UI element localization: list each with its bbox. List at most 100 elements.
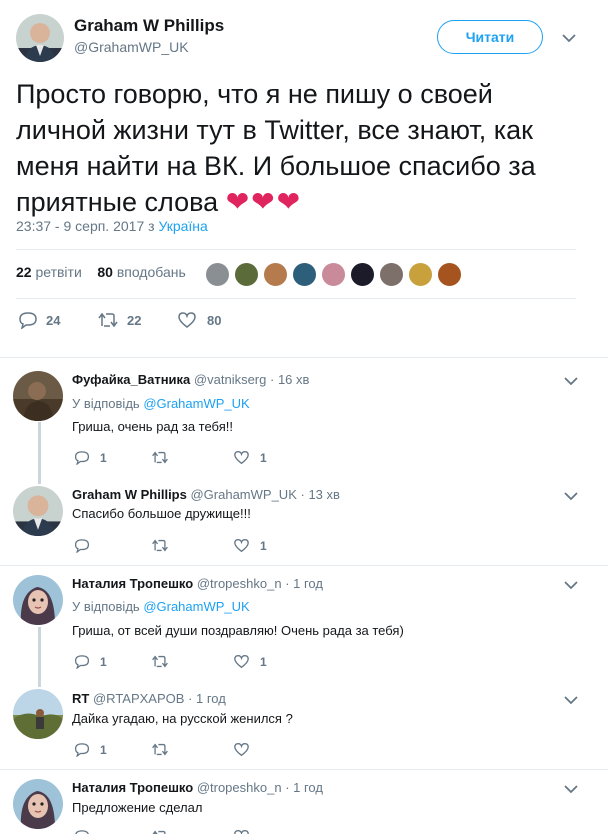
heart-icon: [234, 450, 249, 465]
chevron-down-icon[interactable]: [564, 784, 578, 794]
reply-author-name[interactable]: Graham W Phillips: [72, 487, 187, 502]
likes-label: вподобань: [116, 264, 186, 280]
reply-avatar[interactable]: [13, 779, 63, 829]
chevron-down-icon[interactable]: [564, 491, 578, 501]
reply-author-name[interactable]: RT: [72, 691, 89, 706]
likes-count: 80: [97, 264, 113, 280]
liker-avatar[interactable]: [437, 262, 462, 287]
reply-action[interactable]: 24: [18, 311, 60, 329]
reply-author-handle[interactable]: @vatnikserg: [194, 372, 266, 387]
heart-icon: [234, 829, 249, 834]
chevron-down-icon[interactable]: [564, 376, 578, 386]
divider: [0, 565, 608, 566]
like-action[interactable]: 1: [233, 654, 267, 669]
reply-text: Предложение сделал: [72, 800, 203, 815]
liker-avatar[interactable]: [205, 262, 230, 287]
reply-icon: [74, 655, 90, 669]
retweet-action[interactable]: 22: [97, 311, 141, 329]
reply-author-handle[interactable]: @tropeshko_n: [197, 780, 282, 795]
tweet-timestamp[interactable]: 23:37 - 9 серп. 2017 з: [16, 218, 155, 234]
reply-author-name[interactable]: Фуфайка_Ватника: [72, 372, 190, 387]
reply-action[interactable]: 1: [74, 742, 107, 757]
author-avatar[interactable]: [16, 14, 64, 62]
like-action[interactable]: 80: [177, 311, 221, 329]
reply-header: Фуфайка_Ватника @vatnikserg · 16 хв: [72, 372, 309, 388]
reply-text: Дайка угадаю, на русской женился ?: [72, 711, 293, 726]
author-handle[interactable]: @GrahamWP_UK: [74, 38, 189, 56]
retweet-icon: [152, 655, 168, 668]
reply-time[interactable]: · 16 хв: [270, 372, 309, 387]
reply-action[interactable]: 1: [74, 654, 107, 669]
reply-time[interactable]: · 1 год: [285, 780, 323, 795]
reply-icon: [74, 743, 90, 757]
reply-prefix: У відповідь: [72, 599, 140, 614]
retweet-icon: [98, 312, 118, 328]
reply-avatar[interactable]: [13, 486, 63, 536]
reply-author-name[interactable]: Наталия Тропешко: [72, 576, 193, 591]
reply-time[interactable]: · 1 год: [188, 691, 226, 706]
like-action[interactable]: 1: [233, 450, 267, 465]
like-count: 1: [260, 450, 267, 465]
reply-author-handle[interactable]: @RTAPXAPOB: [93, 691, 184, 706]
reply-author-handle[interactable]: @tropeshko_n: [197, 576, 282, 591]
reply-header: Наталия Тропешко @tropeshko_n · 1 год: [72, 780, 323, 796]
retweet-icon: [152, 830, 166, 834]
reply-to-handle[interactable]: @GrahamWP_UK: [143, 396, 249, 411]
reply-header: Наталия Тропешко @tropeshko_n · 1 год: [72, 576, 323, 592]
tweet-location[interactable]: Україна: [158, 218, 207, 234]
heart-icon: [234, 742, 249, 757]
reply-to-handle[interactable]: @GrahamWP_UK: [143, 599, 249, 614]
liker-avatar[interactable]: [234, 262, 259, 287]
reply-context: У відповідь @GrahamWP_UK: [72, 396, 250, 412]
follow-button[interactable]: Читати: [437, 20, 543, 54]
like-count: 1: [260, 538, 267, 553]
reply-time[interactable]: · 1 год: [285, 576, 323, 591]
liker-avatar[interactable]: [263, 262, 288, 287]
chevron-down-icon[interactable]: [564, 695, 578, 705]
reply-time[interactable]: · 13 хв: [301, 487, 340, 502]
reply-count: 1: [100, 742, 107, 757]
like-action[interactable]: [233, 829, 250, 834]
retweet-action[interactable]: [151, 450, 169, 465]
reply-action[interactable]: [74, 538, 90, 553]
like-action[interactable]: [233, 742, 250, 757]
retweet-icon: [152, 451, 168, 464]
reply-avatar[interactable]: [13, 689, 63, 739]
retweets-count: 22: [16, 264, 32, 280]
liker-avatar[interactable]: [408, 262, 433, 287]
reply-header: RT @RTAPXAPOB · 1 год: [72, 691, 226, 707]
liker-avatar[interactable]: [379, 262, 404, 287]
reply-action[interactable]: 1: [74, 450, 107, 465]
retweet-action[interactable]: [151, 654, 169, 669]
tweet-text: Просто говорю, что я не пишу о своей лич…: [16, 76, 576, 220]
like-count: 1: [260, 654, 267, 669]
heart-icon: [234, 538, 249, 553]
retweet-action[interactable]: [151, 829, 169, 834]
thread-line: [38, 627, 41, 687]
liker-avatar[interactable]: [292, 262, 317, 287]
retweet-action[interactable]: [151, 742, 169, 757]
reply-count: 1: [100, 450, 107, 465]
like-action[interactable]: 1: [233, 538, 267, 553]
heart-icon: [178, 312, 196, 328]
retweets-stat[interactable]: 22 ретвіти: [16, 264, 82, 280]
reply-author-name[interactable]: Наталия Тропешко: [72, 780, 193, 795]
retweet-icon: [152, 539, 168, 552]
likes-stat[interactable]: 80 вподобань: [97, 264, 185, 280]
reply-icon: [74, 539, 90, 553]
retweet-action[interactable]: [151, 538, 169, 553]
reply-action[interactable]: [74, 829, 90, 834]
author-name[interactable]: Graham W Phillips: [74, 16, 224, 36]
liker-avatar[interactable]: [350, 262, 375, 287]
reply-author-handle[interactable]: @GrahamWP_UK: [190, 487, 296, 502]
chevron-down-icon[interactable]: [562, 33, 576, 43]
reply-text: Спасибо большое дружище!!!: [72, 506, 251, 521]
liker-avatar[interactable]: [321, 262, 346, 287]
reply-prefix: У відповідь: [72, 396, 140, 411]
reply-header: Graham W Phillips @GrahamWP_UK · 13 хв: [72, 487, 340, 503]
reply-avatar[interactable]: [13, 575, 63, 625]
like-count: 80: [207, 312, 222, 328]
chevron-down-icon[interactable]: [564, 580, 578, 590]
heart-icon: [234, 654, 249, 669]
reply-avatar[interactable]: [13, 371, 63, 421]
